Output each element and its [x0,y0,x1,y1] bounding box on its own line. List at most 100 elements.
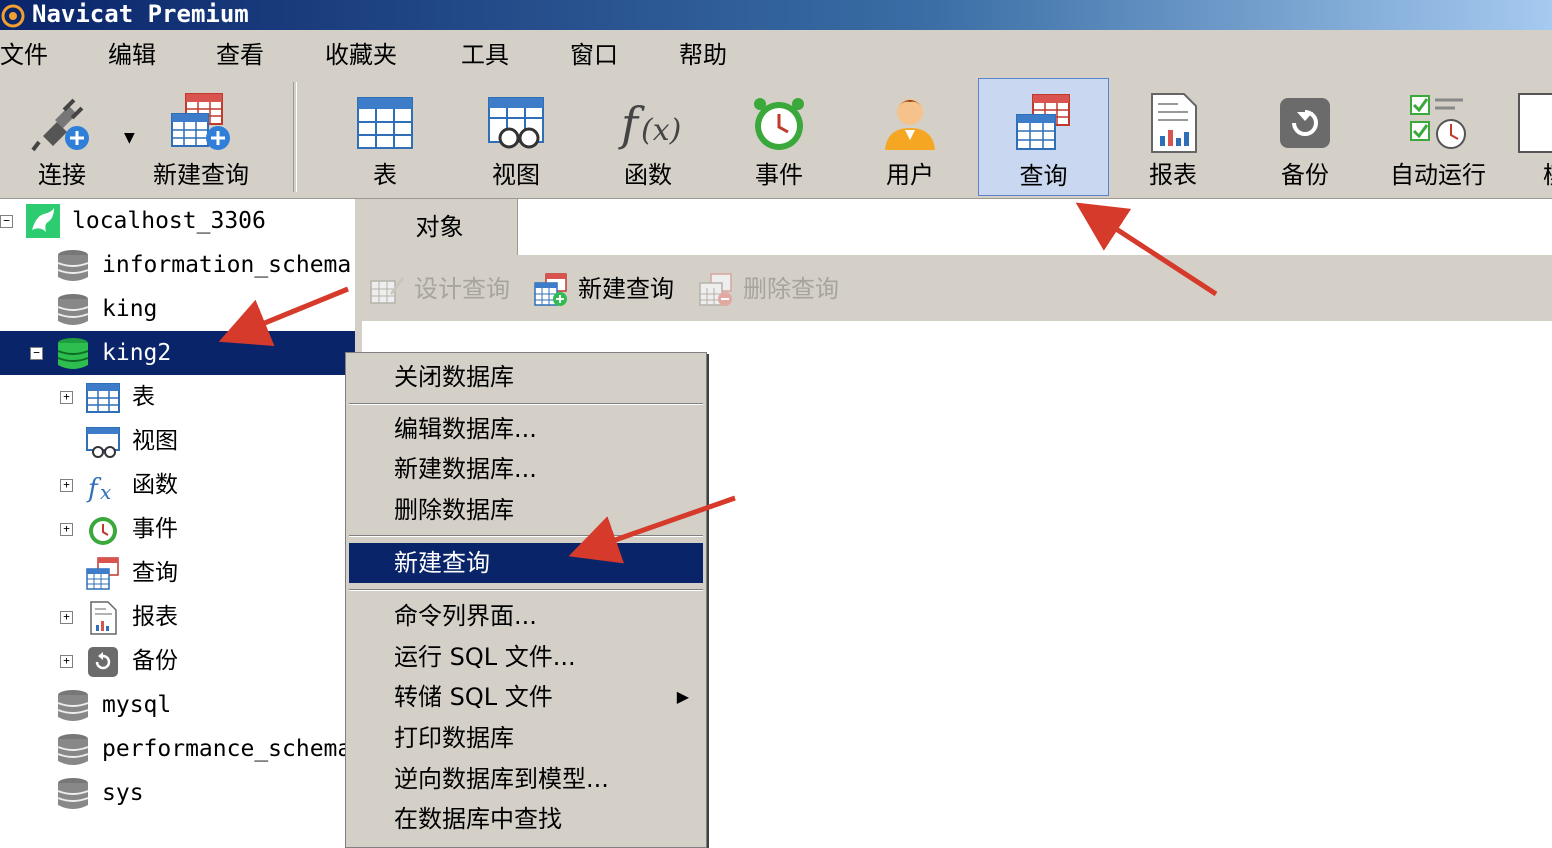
menu-reverse-to-model[interactable]: 逆向数据库到模型... [349,759,703,799]
view-label: 视图 [492,161,540,189]
report-icon [1151,93,1197,153]
query-icon [1015,94,1070,150]
model-button[interactable]: 模 [1515,78,1552,196]
svg-text:x: x [100,480,111,503]
new-query-label: 新建查询 [578,275,674,303]
user-button[interactable]: 用户 [850,78,970,196]
tree-db-mysql[interactable]: mysql [0,683,355,727]
tree-label: performance_schema [102,736,352,762]
tab-objects[interactable]: 对象 [362,199,518,255]
menu-favorites[interactable]: 收藏夹 [325,38,397,72]
backup-label: 备份 [1281,161,1329,189]
tree-item-functions[interactable]: + f x 函数 [0,463,355,507]
database-icon [57,734,89,765]
tree-label: 查询 [132,560,178,586]
tree-label: sys [102,780,144,806]
tree-label: king [102,296,158,322]
query-icon [86,557,119,590]
schedule-label: 自动运行 [1390,161,1486,189]
menu-new-query[interactable]: 新建查询 [349,543,703,583]
menu-file[interactable]: 文件 [0,38,48,72]
tree-label: 备份 [132,648,178,674]
connect-button[interactable]: 连接 [2,78,122,196]
menu-view[interactable]: 查看 [216,38,264,72]
tree-label: mysql [102,692,172,718]
expand-toggle[interactable]: + [60,611,73,624]
tree-item-views[interactable]: 视图 [0,419,355,463]
backup-icon [1280,98,1330,148]
menu-print-database[interactable]: 打印数据库 [349,718,703,758]
function-icon: f x [86,474,111,503]
delete-query-icon [699,273,732,306]
event-button[interactable]: 事件 [719,78,839,196]
menu-console[interactable]: 命令列界面... [349,596,703,636]
expand-toggle[interactable]: + [60,391,73,404]
tree-item-reports[interactable]: + 报表 [0,595,355,639]
database-context-menu: 关闭数据库 编辑数据库... 新建数据库... 删除数据库 新建查询 命令列界面… [345,352,707,848]
collapse-toggle[interactable]: − [30,347,43,360]
tree-db-sys[interactable]: sys [0,771,355,815]
new-query-toolbar-button[interactable]: 新建查询 [141,78,261,196]
database-open-icon [57,338,89,369]
menu-delete-database[interactable]: 删除数据库 [349,490,703,530]
new-query-toolbar-label: 新建查询 [153,161,249,189]
tree-label: king2 [102,340,172,366]
menu-tools[interactable]: 工具 [461,38,509,72]
schedule-button[interactable]: 自动运行 [1377,78,1499,196]
model-icon [1518,93,1552,153]
alarm-clock-icon [754,98,804,150]
tree-label: 视图 [132,428,178,454]
menu-dump-sql-file[interactable]: 转储 SQL 文件 ▶ [349,677,703,717]
view-button[interactable]: 视图 [456,78,576,196]
tree-item-events[interactable]: + 事件 [0,507,355,551]
function-icon: f (x) [618,97,681,151]
table-icon [357,97,413,149]
dropdown-arrow-icon[interactable]: ▼ [124,130,135,146]
menu-separator [349,535,703,537]
database-icon [57,294,89,325]
navicat-logo-icon [1,4,25,28]
tree-item-queries[interactable]: 查询 [0,551,355,595]
collapse-toggle[interactable]: − [0,215,13,228]
mysql-connection-icon [26,204,60,238]
toolbar-separator [293,82,297,192]
backup-button[interactable]: 备份 [1245,78,1365,196]
expand-toggle[interactable]: + [60,655,73,668]
design-query-label: 设计查询 [414,275,510,303]
expand-toggle[interactable]: + [60,523,73,536]
menu-edit-database[interactable]: 编辑数据库... [349,409,703,449]
menu-help[interactable]: 帮助 [679,38,727,72]
menu-dump-sql-label: 转储 SQL 文件 [394,683,553,711]
svg-text:(x): (x) [641,113,681,148]
database-icon [57,690,89,721]
menu-separator [349,403,703,405]
menu-bar: 文件 编辑 查看 收藏夹 工具 窗口 帮助 [0,32,1552,78]
alarm-clock-icon [89,517,117,545]
function-button[interactable]: f (x) 函数 [588,78,708,196]
user-label: 用户 [886,161,934,189]
tree-db-king2[interactable]: − king2 [0,331,355,375]
expand-toggle[interactable]: + [60,479,73,492]
menu-edit[interactable]: 编辑 [108,38,156,72]
new-query-icon [171,93,230,150]
query-button[interactable]: 查询 [978,78,1109,196]
database-icon [57,778,89,809]
menu-new-database[interactable]: 新建数据库... [349,449,703,489]
menu-separator [349,589,703,591]
report-button[interactable]: 报表 [1113,78,1233,196]
title-bar: Navicat Premium [0,0,1552,30]
tree-connection-localhost[interactable]: − localhost_3306 [0,199,355,243]
tree-db-information-schema[interactable]: information_schema [0,243,355,287]
tree-db-king[interactable]: king [0,287,355,331]
menu-find-in-database[interactable]: 在数据库中查找 [349,799,703,839]
menu-close-database[interactable]: 关闭数据库 [349,357,703,397]
tree-db-performance-schema[interactable]: performance_schema [0,727,355,771]
window-title: Navicat Premium [32,0,249,28]
menu-run-sql-file[interactable]: 运行 SQL 文件... [349,637,703,677]
event-label: 事件 [755,161,803,189]
table-button[interactable]: 表 [325,78,445,196]
tree-item-tables[interactable]: + 表 [0,375,355,419]
tree-item-backups[interactable]: + 备份 [0,639,355,683]
connect-label: 连接 [38,161,86,189]
menu-window[interactable]: 窗口 [570,38,618,72]
